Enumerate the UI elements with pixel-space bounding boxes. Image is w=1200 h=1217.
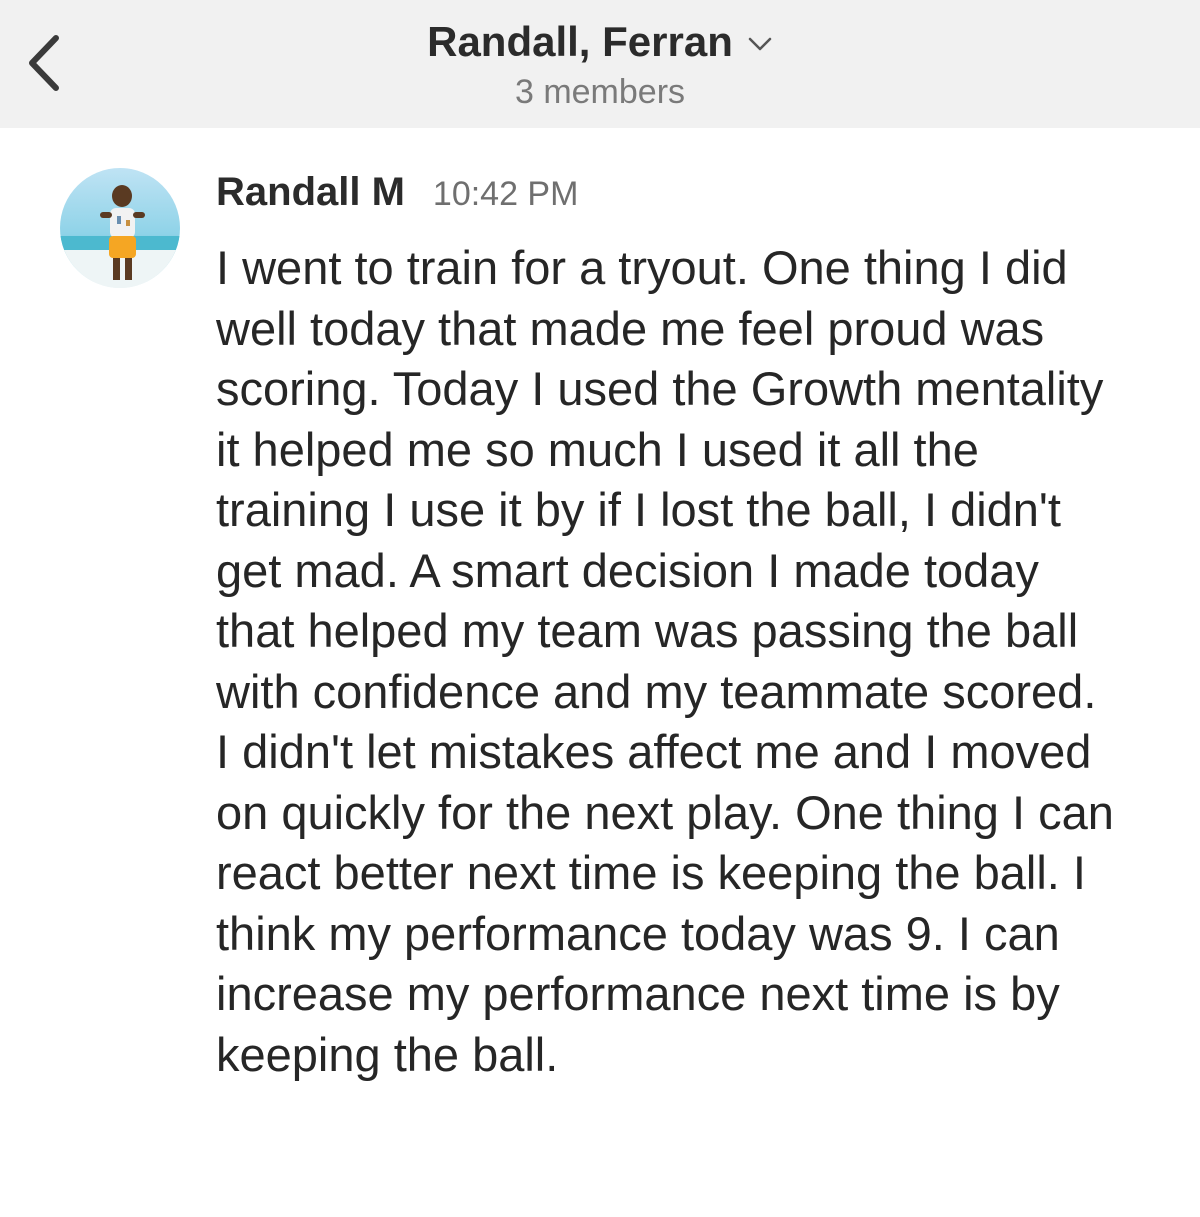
sender-name[interactable]: Randall M (216, 170, 405, 215)
conversation-title: Randall, Ferran (427, 18, 733, 65)
message-timestamp: 10:42 PM (432, 175, 579, 213)
user-avatar-photo (60, 168, 180, 288)
message-text: I went to train for a tryout. One thing … (216, 241, 1114, 1081)
member-count: 3 members (514, 73, 686, 111)
conversation-title-row: Randall, Ferran (0, 14, 1200, 70)
message-header: Randall M 10:42 PM (216, 170, 578, 226)
conversation-header: Randall, Ferran 3 members (0, 0, 1200, 128)
avatar[interactable] (60, 168, 180, 288)
chevron-down-icon (748, 37, 772, 51)
conversation-title-button[interactable]: Randall, Ferran (427, 14, 773, 70)
